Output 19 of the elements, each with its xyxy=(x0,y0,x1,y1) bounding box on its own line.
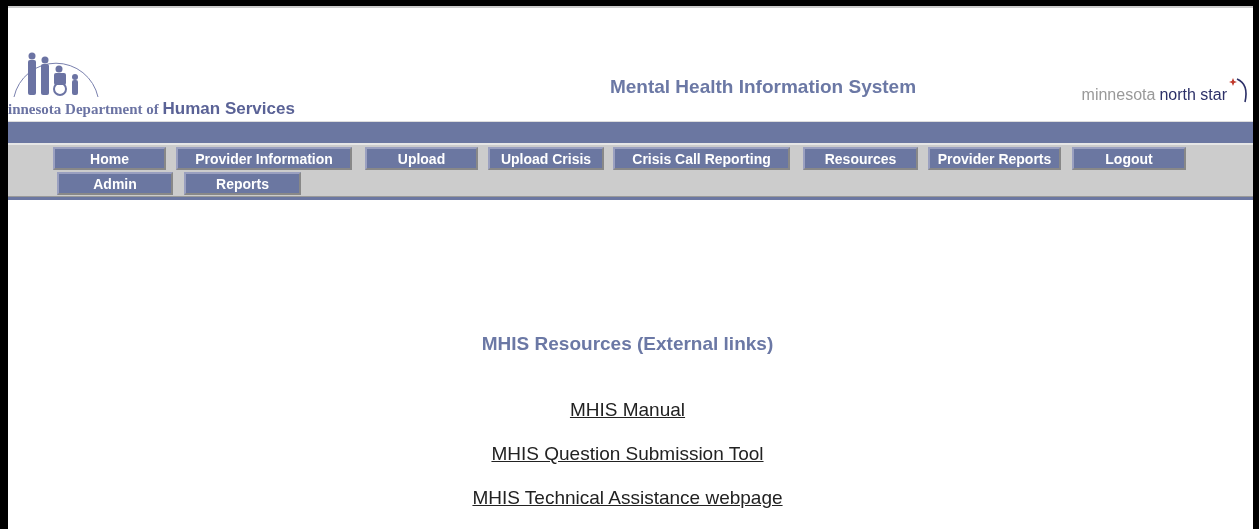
brand-logo-name: north star xyxy=(1159,86,1227,104)
brand-logo-text: minnesota xyxy=(1081,86,1156,104)
nav-button[interactable]: Resources xyxy=(803,147,918,170)
resource-link[interactable]: MHIS Question Submission Tool xyxy=(491,443,764,465)
resource-link[interactable]: MHIS Manual xyxy=(569,399,686,421)
nav-button[interactable]: Home xyxy=(53,147,166,170)
nav-button[interactable]: Upload Crisis xyxy=(488,147,604,170)
section-heading: MHIS Resources (External links) xyxy=(481,333,774,355)
nav-button[interactable]: Reports xyxy=(184,172,301,195)
nav-button[interactable]: Provider Reports xyxy=(928,147,1061,170)
agency-name: innesota Department of Human Services xyxy=(8,99,296,119)
family-logo-icon xyxy=(12,51,100,97)
system-title: Mental Health Information System xyxy=(608,76,918,98)
nav-button[interactable]: Provider Information xyxy=(176,147,352,170)
nav-button[interactable]: Crisis Call Reporting xyxy=(613,147,790,170)
nav-button[interactable]: Admin xyxy=(57,172,173,195)
nav-button[interactable]: Logout xyxy=(1072,147,1186,170)
resource-link[interactable]: MHIS Technical Assistance webpage xyxy=(472,487,783,509)
nav-button[interactable]: Upload xyxy=(365,147,478,170)
